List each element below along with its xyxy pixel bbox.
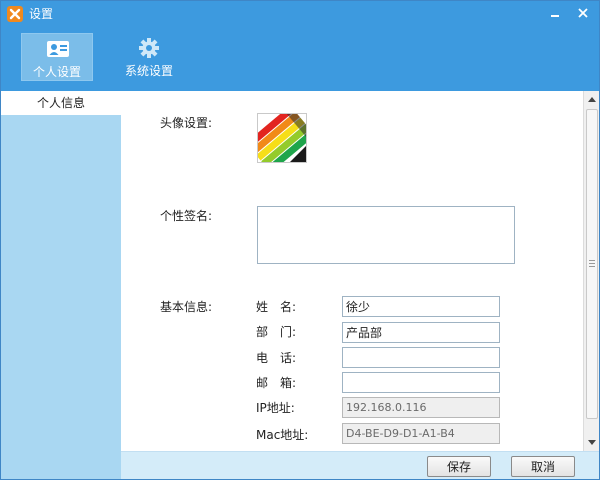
basic-info-label: 基本信息: bbox=[160, 300, 213, 314]
minimize-icon bbox=[551, 15, 559, 17]
save-button[interactable]: 保存 bbox=[427, 456, 491, 477]
email-label: 邮 箱: bbox=[256, 376, 297, 390]
user-card-icon bbox=[46, 38, 70, 60]
tab-system-label: 系统设置 bbox=[124, 64, 173, 78]
tab-personal-label: 个人设置 bbox=[32, 65, 81, 79]
cancel-button[interactable]: 取消 bbox=[511, 456, 575, 477]
tab-system-settings[interactable]: 系统设置 bbox=[113, 33, 185, 81]
settings-window: 设置 个人设置 系统设置 个人信息 头像设置: 个性签名: 基本信息: 姓 名:… bbox=[0, 0, 600, 480]
signature-label: 个性签名: bbox=[160, 209, 213, 223]
header-toolbar: 个人设置 系统设置 bbox=[1, 27, 599, 91]
chevron-down-icon bbox=[588, 440, 596, 445]
close-icon bbox=[578, 8, 588, 18]
avatar[interactable] bbox=[257, 113, 307, 163]
color-markers-avatar-icon bbox=[258, 114, 306, 162]
email-field[interactable] bbox=[342, 372, 500, 393]
avatar-label: 头像设置: bbox=[160, 116, 213, 130]
minimize-button[interactable] bbox=[543, 3, 567, 23]
window-title: 设置 bbox=[29, 7, 54, 21]
sidebar-item-label: 个人信息 bbox=[36, 96, 85, 110]
sidebar-item-personal-info[interactable]: 个人信息 bbox=[1, 91, 121, 115]
scroll-thumb[interactable] bbox=[586, 109, 598, 419]
phone-field[interactable] bbox=[342, 347, 500, 368]
gear-icon bbox=[137, 37, 161, 59]
name-label: 姓 名: bbox=[256, 300, 297, 314]
scroll-down-button[interactable] bbox=[584, 435, 599, 451]
phone-label: 电 话: bbox=[256, 351, 297, 365]
signature-input[interactable] bbox=[257, 206, 515, 264]
vertical-scrollbar[interactable] bbox=[583, 91, 599, 451]
chevron-up-icon bbox=[588, 97, 596, 102]
close-button[interactable] bbox=[571, 3, 595, 23]
name-field[interactable] bbox=[342, 296, 500, 317]
title-bar[interactable]: 设置 bbox=[1, 1, 599, 27]
tab-personal-settings[interactable]: 个人设置 bbox=[21, 33, 93, 81]
scroll-grip-icon bbox=[589, 260, 595, 267]
ip-label: IP地址: bbox=[256, 401, 295, 415]
settings-content: 头像设置: 个性签名: 基本信息: 姓 名: 部 门: 电 话: bbox=[121, 91, 583, 451]
footer-bar: 保存 取消 bbox=[121, 451, 599, 479]
scroll-up-button[interactable] bbox=[584, 91, 599, 107]
sidebar: 个人信息 bbox=[1, 91, 121, 479]
ip-field[interactable] bbox=[342, 397, 500, 418]
mac-field[interactable] bbox=[342, 423, 500, 444]
app-logo-icon bbox=[7, 6, 23, 22]
department-label: 部 门: bbox=[256, 325, 297, 339]
mac-label: Mac地址: bbox=[256, 428, 309, 442]
department-field[interactable] bbox=[342, 322, 500, 343]
